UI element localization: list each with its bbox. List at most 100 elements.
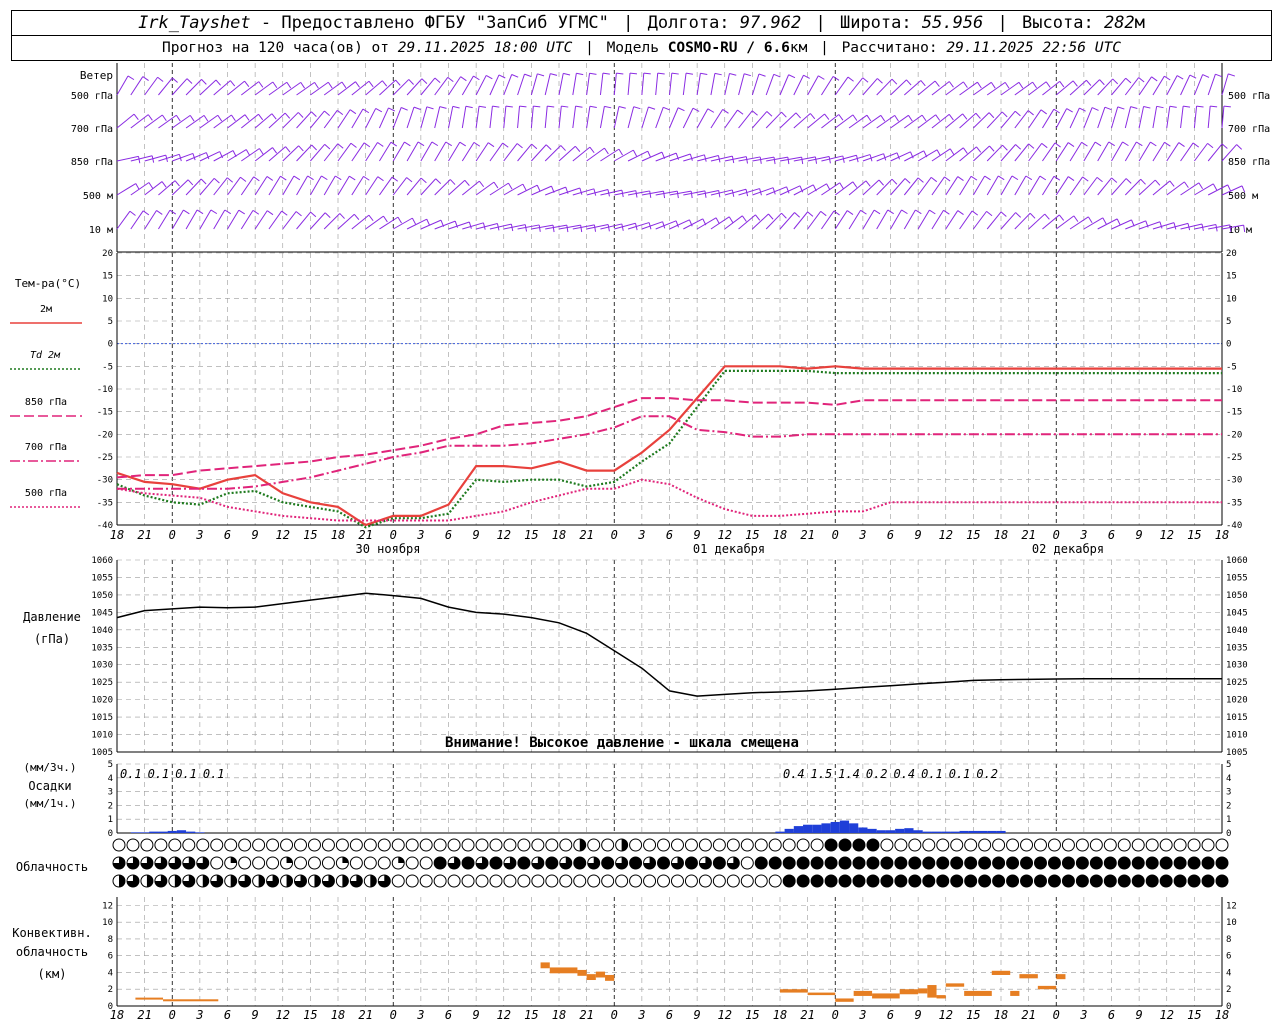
wind-barb	[1014, 212, 1031, 230]
wind-level-label-left: 500 м	[83, 191, 113, 202]
wind-barb-flag	[580, 225, 583, 233]
wind-barb-flag	[397, 216, 402, 224]
cloud-symbol-fill	[573, 857, 586, 869]
cloud-symbol-fill	[866, 875, 879, 887]
wind-barb-flag	[768, 213, 774, 220]
temp-x-tick: 15	[524, 528, 538, 542]
wind-barb-flag	[602, 72, 610, 75]
cloud-symbol	[545, 874, 559, 888]
cloud-symbol	[1215, 838, 1229, 852]
wind-barb-flag	[1228, 73, 1236, 77]
cloud-symbol	[252, 856, 266, 870]
wind-barb	[241, 81, 260, 96]
wind-barb-flag	[866, 114, 872, 122]
wind-barb-flag	[1029, 212, 1036, 219]
pressure-tick-left: 1025	[91, 678, 113, 688]
wind-barb-flag	[807, 211, 814, 217]
wind-barb-flag	[215, 79, 221, 86]
cloud-symbol	[349, 838, 363, 852]
wind-barb-flag	[984, 175, 991, 181]
cloud-symbol	[936, 838, 950, 852]
precip-tick-left: 1	[108, 815, 113, 825]
temp-tick-right: 0	[1226, 340, 1231, 350]
wind-barb	[696, 73, 701, 96]
wind-barb	[599, 106, 605, 129]
conv-x-tick: 15	[1187, 1008, 1201, 1022]
wind-barb	[282, 211, 297, 230]
wind-barb-flag	[794, 212, 801, 218]
cloud-symbol	[643, 838, 657, 852]
cloud-symbol-fill	[1104, 857, 1117, 869]
temp-x-tick: 0	[611, 528, 618, 542]
conv-tick-right: 12	[1226, 901, 1237, 911]
precip-tick-right: 5	[1226, 760, 1231, 770]
wind-barb-flag	[420, 177, 427, 184]
temp-tick-left: -20	[97, 430, 113, 440]
cloud-symbol-fill	[517, 857, 530, 869]
wind-barb-flag	[1086, 79, 1092, 86]
temp-x-tick: 3	[195, 528, 203, 542]
cloud-symbol-fill	[1076, 875, 1089, 887]
cloud-symbol-fill	[1160, 857, 1173, 869]
wind-barb-flag	[1011, 175, 1019, 181]
wind-barb-flag	[604, 105, 612, 109]
wind-barb-flag	[375, 108, 383, 113]
pressure-tick-left: 1010	[91, 731, 113, 741]
cloud-symbol	[1159, 838, 1173, 852]
cloud-symbol-fill	[1132, 857, 1145, 869]
cloud-symbol-fill	[811, 857, 824, 869]
wind-barb-flag	[368, 214, 374, 222]
wind-barb-flag	[988, 112, 995, 119]
precip-3h-label: 0.4	[783, 767, 805, 781]
wind-barb-flag	[737, 109, 744, 115]
pressure-tick-right: 1055	[1226, 573, 1248, 583]
cloud-symbol	[224, 838, 238, 852]
wind-barb-flag	[293, 175, 301, 181]
conv-x-tick: 15	[966, 1008, 980, 1022]
wind-barb	[1028, 213, 1046, 230]
conv-x-tick: 3	[1079, 1008, 1087, 1022]
wind-barb	[489, 182, 509, 196]
wind-barb-flag	[189, 115, 195, 122]
cloud-symbol-fill	[1020, 875, 1033, 887]
conv-cloud-bar	[899, 989, 919, 995]
precip-bar	[140, 832, 150, 833]
wind-barb	[1014, 143, 1030, 162]
cloud-panel-title: Облачность	[16, 860, 88, 874]
wind-barb-flag	[327, 81, 333, 89]
wind-barb	[738, 73, 745, 96]
wind-barb	[213, 114, 232, 129]
wind-barb-flag	[1094, 141, 1102, 147]
precip-3h-label: 1.4	[838, 767, 860, 781]
temp-panel-title: Тем-ра(°C)	[15, 277, 81, 290]
wind-barb-flag	[607, 224, 610, 232]
wind-level-label-right: 500 м	[1228, 191, 1258, 202]
wind-barb	[171, 179, 189, 196]
conv-x-tick: 18	[773, 1008, 787, 1022]
wind-barb-flag	[1164, 141, 1171, 147]
wind-barb	[1193, 106, 1198, 129]
meteogram-chart: Ветер 500 гПа 500 гПа 700 гПа 700 гПа 850 гПа…	[10, 63, 1270, 1022]
temp-x-tick: 15	[966, 528, 980, 542]
pressure-tick-left: 1060	[91, 556, 113, 566]
wind-barb	[185, 178, 202, 196]
wind-barb	[613, 106, 620, 129]
cloud-symbol	[321, 838, 335, 852]
cloud-symbol-fill	[174, 875, 181, 887]
conv-cloud-bar	[577, 969, 587, 976]
wind-barb-flag	[1169, 180, 1175, 187]
cloud-symbol-fill	[146, 875, 153, 887]
wind-barb-flag	[929, 209, 936, 215]
wind-barb	[296, 81, 315, 96]
cloud-symbol-fill	[258, 875, 265, 887]
wind-barb-flag	[314, 82, 319, 89]
temp-tick-left: -35	[97, 498, 113, 508]
wind-barb-flag	[944, 176, 951, 182]
wind-barb-flag	[280, 175, 287, 181]
wind-barb-flag	[894, 115, 899, 122]
wind-barb-flag	[135, 183, 140, 190]
wind-barb-flag	[1198, 182, 1204, 190]
precip-3h-label: 1.5	[811, 767, 833, 781]
precip-bar	[195, 832, 205, 833]
temp-x-tick: 6	[887, 528, 894, 542]
